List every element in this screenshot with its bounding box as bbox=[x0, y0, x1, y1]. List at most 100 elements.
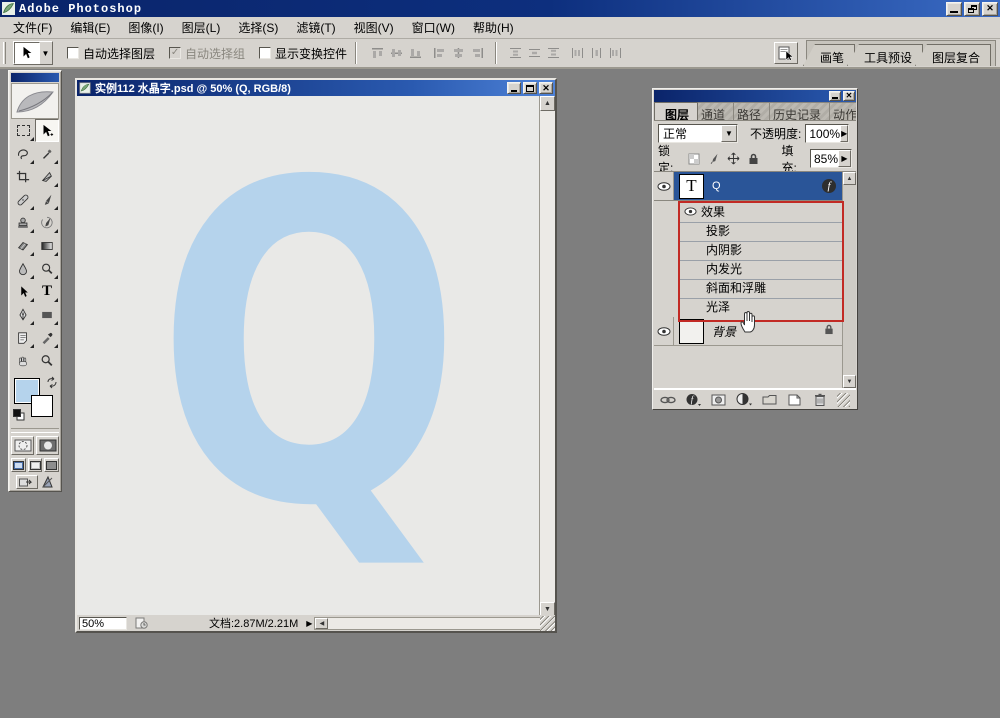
tool-lasso[interactable] bbox=[11, 142, 35, 165]
palette-titlebar[interactable]: ✕ bbox=[654, 90, 856, 102]
tool-crop[interactable] bbox=[11, 165, 35, 188]
effect-drop-shadow[interactable]: 投影 bbox=[654, 221, 844, 240]
tab-history[interactable]: 历史记录 bbox=[760, 102, 830, 120]
standard-mode-button[interactable] bbox=[11, 436, 34, 455]
menu-select[interactable]: 选择(S) bbox=[229, 16, 287, 39]
tool-notes[interactable] bbox=[11, 326, 35, 349]
layer-list-scrollbar[interactable]: ▲ ▼ bbox=[842, 172, 856, 388]
doc-close-button[interactable]: ✕ bbox=[539, 82, 553, 94]
tool-type[interactable]: T bbox=[35, 280, 59, 303]
lock-position-icon[interactable] bbox=[726, 152, 741, 166]
canvas[interactable]: Q bbox=[77, 96, 539, 617]
menu-image[interactable]: 图像(I) bbox=[119, 16, 172, 39]
background-color-swatch[interactable] bbox=[31, 395, 53, 417]
options-drag-handle[interactable] bbox=[3, 42, 6, 64]
fullscreen-with-menu-button[interactable] bbox=[28, 458, 43, 472]
palette-well-tab-brushes[interactable]: 画笔 bbox=[803, 44, 855, 66]
fullscreen-button[interactable] bbox=[44, 458, 59, 472]
lock-pixels-icon[interactable] bbox=[706, 152, 721, 166]
layer-name[interactable]: Q bbox=[712, 180, 721, 192]
palette-minimize-button[interactable] bbox=[829, 91, 841, 101]
palette-close-button[interactable]: ✕ bbox=[843, 91, 855, 101]
visibility-toggle[interactable] bbox=[654, 317, 674, 345]
palette-well-tab-layer-comps[interactable]: 图层复合 bbox=[915, 44, 991, 66]
blend-mode-dropdown-arrow[interactable]: ▼ bbox=[721, 125, 737, 142]
adjustment-layer-button[interactable] bbox=[736, 392, 752, 408]
tool-blur[interactable] bbox=[11, 257, 35, 280]
auto-select-group-checkbox[interactable]: ✓ 自动选择组 bbox=[169, 45, 245, 62]
tool-zoom[interactable] bbox=[35, 349, 59, 372]
align-left-icon[interactable] bbox=[431, 46, 447, 61]
distribute-horizontal-center-icon[interactable] bbox=[588, 46, 604, 61]
status-menu-arrow[interactable]: ▶ bbox=[306, 619, 312, 628]
menu-edit[interactable]: 编辑(E) bbox=[61, 16, 119, 39]
effect-inner-shadow[interactable]: 内阴影 bbox=[654, 240, 844, 259]
doc-maximize-button[interactable] bbox=[523, 82, 537, 94]
fill-field[interactable]: 85% ▶ bbox=[810, 149, 852, 168]
effect-inner-glow[interactable]: 内发光 bbox=[654, 259, 844, 278]
default-colors-icon[interactable] bbox=[13, 409, 25, 424]
tab-layers[interactable]: 图层 bbox=[654, 102, 698, 120]
doc-minimize-button[interactable] bbox=[507, 82, 521, 94]
layer-style-button[interactable]: f bbox=[685, 392, 701, 408]
opacity-field[interactable]: 100% ▶ bbox=[805, 124, 849, 143]
tool-pen[interactable] bbox=[11, 303, 35, 326]
lock-all-icon[interactable] bbox=[746, 152, 761, 166]
palette-resize-grip[interactable] bbox=[837, 393, 850, 407]
visibility-toggle[interactable] bbox=[684, 205, 697, 219]
tool-path-selection[interactable] bbox=[11, 280, 35, 303]
lock-transparency-icon[interactable] bbox=[686, 152, 701, 166]
tool-clone-stamp[interactable] bbox=[11, 211, 35, 234]
menu-window[interactable]: 窗口(W) bbox=[403, 16, 464, 39]
layer-name[interactable]: 背景 bbox=[712, 323, 736, 340]
edit-in-imageready-button[interactable] bbox=[16, 475, 38, 489]
layer-row-q[interactable]: T Q f bbox=[654, 172, 844, 201]
toolbox-drag-bar[interactable] bbox=[11, 73, 59, 82]
horizontal-scrollbar[interactable]: ◀ bbox=[314, 617, 553, 630]
distribute-vertical-center-icon[interactable] bbox=[526, 46, 542, 61]
close-button[interactable]: ✕ bbox=[982, 2, 998, 16]
scroll-up-button[interactable]: ▲ bbox=[540, 96, 555, 111]
minimize-button[interactable] bbox=[946, 2, 962, 16]
menu-layer[interactable]: 图层(L) bbox=[173, 16, 230, 39]
align-right-icon[interactable] bbox=[469, 46, 485, 61]
tool-slice[interactable] bbox=[35, 165, 59, 188]
menu-view[interactable]: 视图(V) bbox=[345, 16, 403, 39]
opacity-slider-arrow[interactable]: ▶ bbox=[840, 125, 848, 142]
layer-thumbnail-background[interactable] bbox=[679, 319, 704, 344]
tool-eraser[interactable] bbox=[11, 234, 35, 257]
auto-select-layer-checkbox[interactable]: 自动选择图层 bbox=[67, 45, 155, 62]
blend-mode-select[interactable]: 正常 ▼ bbox=[658, 124, 738, 143]
tool-dodge[interactable] bbox=[35, 257, 59, 280]
effects-header-row[interactable]: 效果 bbox=[654, 202, 844, 221]
align-horizontal-center-icon[interactable] bbox=[450, 46, 466, 61]
scroll-left-button[interactable]: ◀ bbox=[315, 618, 328, 629]
delete-layer-button[interactable] bbox=[812, 392, 828, 408]
tool-hand[interactable] bbox=[11, 349, 35, 372]
tool-move[interactable] bbox=[35, 119, 59, 142]
link-layers-icon[interactable] bbox=[660, 392, 676, 408]
align-top-icon[interactable] bbox=[369, 46, 385, 61]
quick-mask-mode-button[interactable] bbox=[36, 436, 59, 455]
scroll-down-button[interactable]: ▼ bbox=[843, 375, 856, 388]
vertical-scrollbar[interactable]: ▲ ▼ bbox=[539, 96, 555, 617]
new-group-button[interactable] bbox=[761, 392, 777, 408]
tool-shape[interactable] bbox=[35, 303, 59, 326]
tool-healing-brush[interactable] bbox=[11, 188, 35, 211]
tool-gradient[interactable] bbox=[35, 234, 59, 257]
add-layer-mask-button[interactable] bbox=[711, 392, 727, 408]
document-titlebar[interactable]: 实例112 水晶字.psd @ 50% (Q, RGB/8) ✕ bbox=[77, 80, 555, 96]
zoom-level-field[interactable]: 50% bbox=[79, 617, 127, 630]
show-transform-checkbox[interactable]: 显示变换控件 bbox=[259, 45, 347, 62]
tool-dropdown-arrow[interactable]: ▼ bbox=[40, 42, 51, 64]
layer-style-badge[interactable]: f bbox=[822, 179, 836, 193]
swap-colors-icon[interactable] bbox=[45, 376, 59, 393]
standard-screen-mode-button[interactable] bbox=[11, 458, 26, 472]
menu-help[interactable]: 帮助(H) bbox=[464, 16, 523, 39]
restore-button[interactable] bbox=[964, 2, 980, 16]
go-to-bridge-button[interactable] bbox=[774, 42, 798, 64]
menu-file[interactable]: 文件(F) bbox=[4, 16, 61, 39]
tool-brush[interactable] bbox=[35, 188, 59, 211]
visibility-toggle[interactable] bbox=[654, 172, 674, 200]
align-vertical-center-icon[interactable] bbox=[388, 46, 404, 61]
